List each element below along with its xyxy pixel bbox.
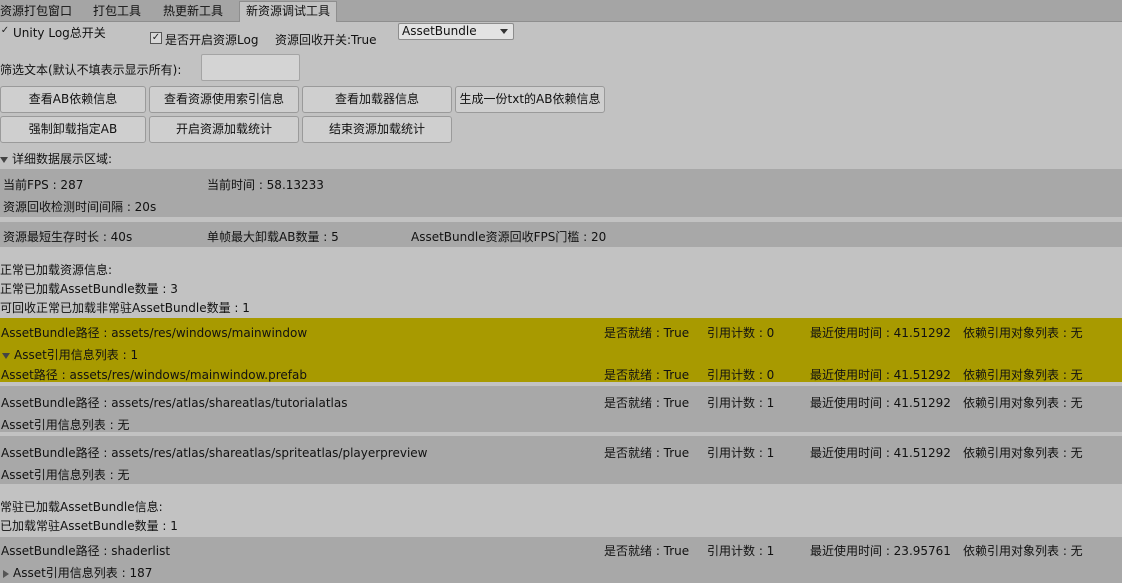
detail-area-title: 详细数据展示区域: bbox=[12, 152, 113, 166]
stats-band-1 bbox=[0, 169, 1122, 217]
end-stats-button[interactable]: 结束资源加载统计 bbox=[302, 116, 452, 143]
filter-input[interactable] bbox=[201, 54, 300, 81]
asset-refcount: 引用计数 : 0 bbox=[707, 368, 775, 382]
asset-list-label: Asset引用信息列表 : 无 bbox=[1, 468, 130, 482]
asset-list-foldout[interactable]: Asset引用信息列表 : 187 bbox=[3, 564, 152, 581]
min-lifetime-text: 资源最短生存时长 : 40s bbox=[3, 230, 133, 244]
bundle-ready: 是否就绪 : True bbox=[604, 446, 690, 460]
asset-list-label: Asset引用信息列表 : 无 bbox=[1, 418, 130, 432]
bundle-deps: 依赖引用对象列表 : 无 bbox=[963, 544, 1083, 558]
resident-bundle-count: 已加载常驻AssetBundle数量 : 1 bbox=[0, 519, 178, 533]
bundle-deps: 依赖引用对象列表 : 无 bbox=[963, 326, 1083, 340]
export-txt-deps-button[interactable]: 生成一份txt的AB依赖信息 bbox=[455, 86, 605, 113]
bundle-last-used: 最近使用时间 : 41.51292 bbox=[810, 446, 951, 460]
asset-type-dropdown[interactable]: AssetBundle bbox=[398, 23, 514, 40]
recycle-interval-text: 资源回收检测时间间隔 : 20s bbox=[3, 200, 157, 214]
view-asset-usage-button[interactable]: 查看资源使用索引信息 bbox=[149, 86, 299, 113]
view-ab-deps-button[interactable]: 查看AB依赖信息 bbox=[0, 86, 146, 113]
force-unload-button[interactable]: 强制卸载指定AB bbox=[0, 116, 146, 143]
fps-text: 当前FPS : 287 bbox=[3, 178, 84, 192]
bundle-deps: 依赖引用对象列表 : 无 bbox=[963, 396, 1083, 410]
bundle-ready: 是否就绪 : True bbox=[604, 396, 690, 410]
bundle-refcount: 引用计数 : 1 bbox=[707, 446, 775, 460]
tab-bar: 资源打包窗口 打包工具 热更新工具 新资源调试工具 bbox=[0, 0, 1122, 22]
asset-last-used: 最近使用时间 : 41.51292 bbox=[810, 368, 951, 382]
foldout-expanded-icon bbox=[0, 156, 8, 163]
recyclable-bundle-count: 可回收正常已加载非常驻AssetBundle数量 : 1 bbox=[0, 301, 250, 315]
chevron-down-icon bbox=[500, 29, 508, 34]
bundle-refcount: 引用计数 : 1 bbox=[707, 396, 775, 410]
bundle-path: AssetBundle路径 : assets/res/windows/mainw… bbox=[1, 326, 308, 340]
current-time-text: 当前时间 : 58.13233 bbox=[207, 178, 324, 192]
tab-asset-debug-tool[interactable]: 新资源调试工具 bbox=[239, 1, 338, 22]
max-unload-text: 单帧最大卸载AB数量 : 5 bbox=[207, 230, 339, 244]
fps-threshold-text: AssetBundle资源回收FPS门槛 : 20 bbox=[411, 230, 607, 244]
asset-list-label: Asset引用信息列表 : 187 bbox=[13, 566, 153, 580]
tab-packing-tools[interactable]: 打包工具 bbox=[93, 2, 141, 21]
view-loader-info-button[interactable]: 查看加载器信息 bbox=[302, 86, 452, 113]
asset-list-label: Asset引用信息列表 : 1 bbox=[14, 348, 139, 362]
bundle-path: AssetBundle路径 : shaderlist bbox=[1, 544, 171, 558]
tab-asset-packing-window[interactable]: 资源打包窗口 bbox=[0, 2, 72, 21]
bundle-last-used: 最近使用时间 : 23.95761 bbox=[810, 544, 951, 558]
asset-ready: 是否就绪 : True bbox=[604, 368, 690, 382]
bundle-last-used: 最近使用时间 : 41.51292 bbox=[810, 326, 951, 340]
asset-log-checkbox[interactable]: ✓ bbox=[150, 32, 162, 44]
dropdown-value: AssetBundle bbox=[402, 24, 477, 38]
tab-hotupdate-tools[interactable]: 热更新工具 bbox=[163, 2, 223, 21]
bundle-deps: 依赖引用对象列表 : 无 bbox=[963, 446, 1083, 460]
detail-area-foldout[interactable]: 详细数据展示区域: bbox=[0, 150, 112, 167]
unity-log-label: Unity Log总开关 bbox=[13, 26, 106, 40]
bundle-path: AssetBundle路径 : assets/res/atlas/shareat… bbox=[1, 396, 348, 410]
asset-deps: 依赖引用对象列表 : 无 bbox=[963, 368, 1083, 382]
normal-section-title: 正常已加载资源信息: bbox=[0, 263, 113, 277]
asset-log-label: 是否开启资源Log bbox=[165, 33, 259, 47]
bundle-path: AssetBundle路径 : assets/res/atlas/shareat… bbox=[1, 446, 428, 460]
foldout-expanded-icon bbox=[2, 352, 10, 359]
start-stats-button[interactable]: 开启资源加载统计 bbox=[149, 116, 299, 143]
bundle-ready: 是否就绪 : True bbox=[604, 326, 690, 340]
bundle-last-used: 最近使用时间 : 41.51292 bbox=[810, 396, 951, 410]
filter-label: 筛选文本(默认不填表示显示所有): bbox=[0, 63, 182, 77]
bundle-refcount: 引用计数 : 0 bbox=[707, 326, 775, 340]
normal-bundle-count: 正常已加载AssetBundle数量 : 3 bbox=[0, 282, 178, 296]
unity-log-checkbox[interactable]: ✓ bbox=[0, 26, 10, 36]
recycle-switch-label[interactable]: 资源回收开关:True bbox=[275, 31, 377, 48]
asset-list-foldout[interactable]: Asset引用信息列表 : 1 bbox=[2, 346, 138, 363]
asset-path: Asset路径 : assets/res/windows/mainwindow.… bbox=[1, 368, 307, 382]
bundle-ready: 是否就绪 : True bbox=[604, 544, 690, 558]
bundle-refcount: 引用计数 : 1 bbox=[707, 544, 775, 558]
foldout-collapsed-icon bbox=[3, 569, 9, 578]
resident-section-title: 常驻已加载AssetBundle信息: bbox=[0, 500, 163, 514]
